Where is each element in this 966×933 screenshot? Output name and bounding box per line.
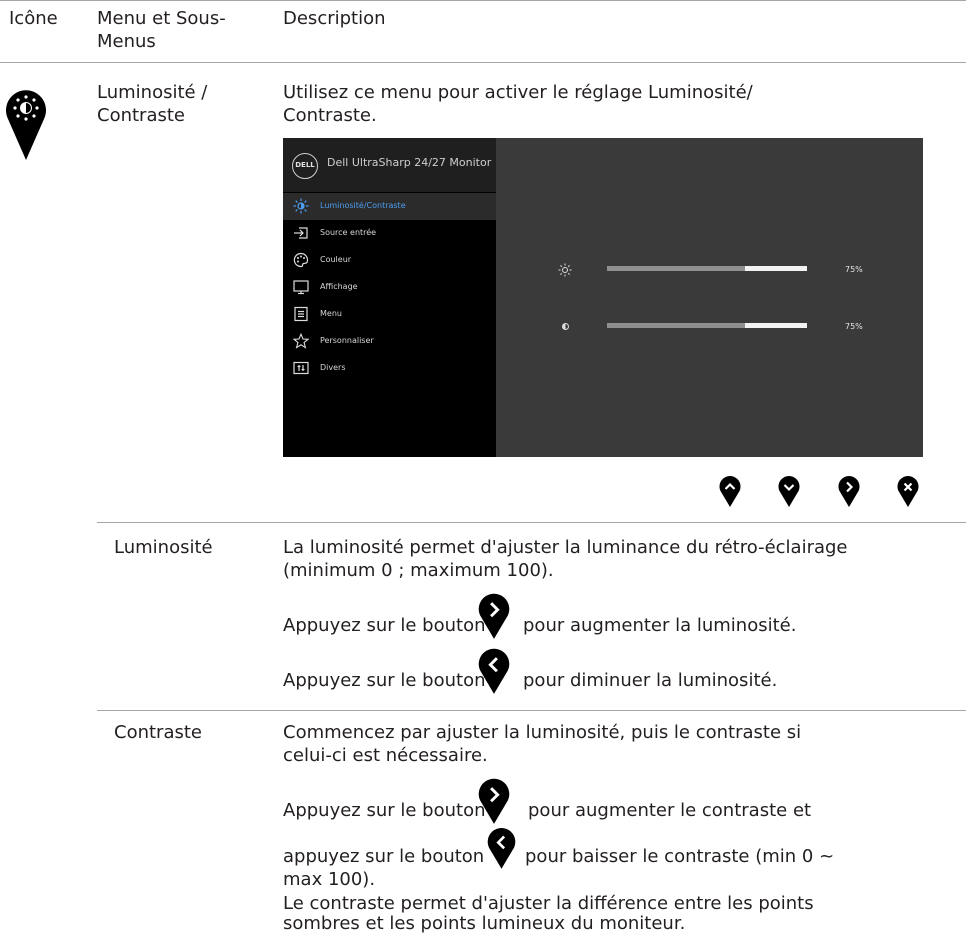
- osd-title: Dell UltraSharp 24/27 Monitor: [327, 156, 492, 169]
- menu-list-icon: [294, 306, 308, 322]
- luminosite-increase-text-after: pour augmenter la luminosité.: [523, 615, 797, 636]
- osd-item-source-entree[interactable]: Source entrée: [283, 220, 496, 247]
- osd-item-couleur[interactable]: Couleur: [283, 247, 496, 274]
- luminosite-desc-line2: (minimum 0 ; maximum 100).: [283, 560, 554, 581]
- osd-item-label: Divers: [320, 363, 346, 372]
- osd-item-label: Personnaliser: [320, 336, 374, 345]
- contraste-rule: [97, 710, 966, 711]
- contraste-desc-line1: Commencez par ajuster la luminosité, pui…: [283, 722, 802, 743]
- right-button-icon: [478, 593, 510, 639]
- luminosite-rule: [97, 522, 966, 523]
- col-header-description: Description: [283, 8, 386, 29]
- osd-item-label: Source entrée: [320, 228, 377, 237]
- osd-item-label: Affichage: [320, 282, 358, 291]
- osd-header: DELL Dell UltraSharp 24/27 Monitor: [283, 138, 496, 192]
- osd-item-affichage[interactable]: Affichage: [283, 274, 496, 301]
- main-description-line2: Contraste.: [283, 105, 377, 126]
- luminosite-desc-line1: La luminosité permet d'ajuster la lumina…: [283, 537, 848, 558]
- osd-brightness-icon: [558, 263, 572, 277]
- contraste-desc-line2: celui-ci est nécessaire.: [283, 745, 488, 766]
- menu-luminosite-contraste-line2: Contraste: [97, 105, 185, 126]
- luminosite-decrease-text-after: pour diminuer la luminosité.: [523, 670, 778, 691]
- close-button-icon[interactable]: [897, 476, 919, 508]
- contraste-increase-text-before: Appuyez sur le bouton: [283, 800, 486, 821]
- palette-icon: [293, 252, 309, 268]
- down-button-icon[interactable]: [778, 476, 800, 508]
- osd-contrast-icon: [562, 323, 569, 330]
- brightness-slider[interactable]: [607, 266, 807, 271]
- right-button-icon[interactable]: [838, 476, 860, 508]
- osd-screenshot: DELL Dell UltraSharp 24/27 Monitor Lumin…: [283, 138, 923, 457]
- contrast-slider-remainder: [745, 323, 807, 328]
- col-header-icon: Icône: [9, 8, 58, 29]
- contraste-increase-text-after: pour augmenter le contraste et: [528, 800, 812, 821]
- menu-luminosite-contraste-line1: Luminosité /: [97, 82, 208, 103]
- contrast-value: 75%: [845, 322, 863, 331]
- osd-item-label: Menu: [320, 309, 342, 318]
- osd-item-personnaliser[interactable]: Personnaliser: [283, 328, 496, 355]
- right-button-icon: [478, 778, 510, 824]
- col-header-menu-line2: Menus: [97, 31, 156, 52]
- up-button-icon[interactable]: [719, 476, 741, 508]
- contraste-label: Contraste: [114, 722, 202, 743]
- col-header-menu-line1: Menu et Sous-: [97, 8, 226, 29]
- input-source-icon: [294, 227, 308, 239]
- dell-logo: DELL: [292, 153, 318, 179]
- osd-menu-panel: DELL Dell UltraSharp 24/27 Monitor Lumin…: [283, 138, 496, 457]
- contraste-note-line2: sombres et les points lumineux du monite…: [283, 913, 686, 933]
- sliders-icon: [293, 361, 309, 375]
- osd-item-menu[interactable]: Menu: [283, 301, 496, 328]
- star-icon: [293, 333, 309, 349]
- header-rule: [0, 62, 966, 63]
- osd-item-luminosite-contraste[interactable]: Luminosité/Contraste: [283, 193, 496, 220]
- luminosite-label: Luminosité: [114, 537, 213, 558]
- osd-item-label: Luminosité/Contraste: [320, 201, 406, 210]
- top-rule: [0, 0, 966, 1]
- brightness-value: 75%: [845, 265, 863, 274]
- luminosite-increase-text-before: Appuyez sur le bouton: [283, 615, 486, 636]
- osd-item-divers[interactable]: Divers: [283, 355, 496, 382]
- contrast-slider[interactable]: [607, 323, 807, 328]
- main-description-line1: Utilisez ce menu pour activer le réglage…: [283, 82, 753, 103]
- left-button-icon: [487, 828, 516, 869]
- left-button-icon: [478, 648, 510, 694]
- brightness-pin-icon: [6, 90, 46, 160]
- monitor-icon: [293, 280, 309, 295]
- brightness-icon: [293, 198, 309, 214]
- contraste-decrease-text-after: pour baisser le contraste (min 0 ~: [525, 846, 835, 867]
- luminosite-decrease-text-before: Appuyez sur le bouton: [283, 670, 486, 691]
- brightness-slider-remainder: [745, 266, 807, 271]
- contraste-decrease-text-line2: max 100).: [283, 869, 376, 890]
- contraste-decrease-text-before: appuyez sur le bouton: [283, 846, 485, 867]
- osd-item-label: Couleur: [320, 255, 352, 264]
